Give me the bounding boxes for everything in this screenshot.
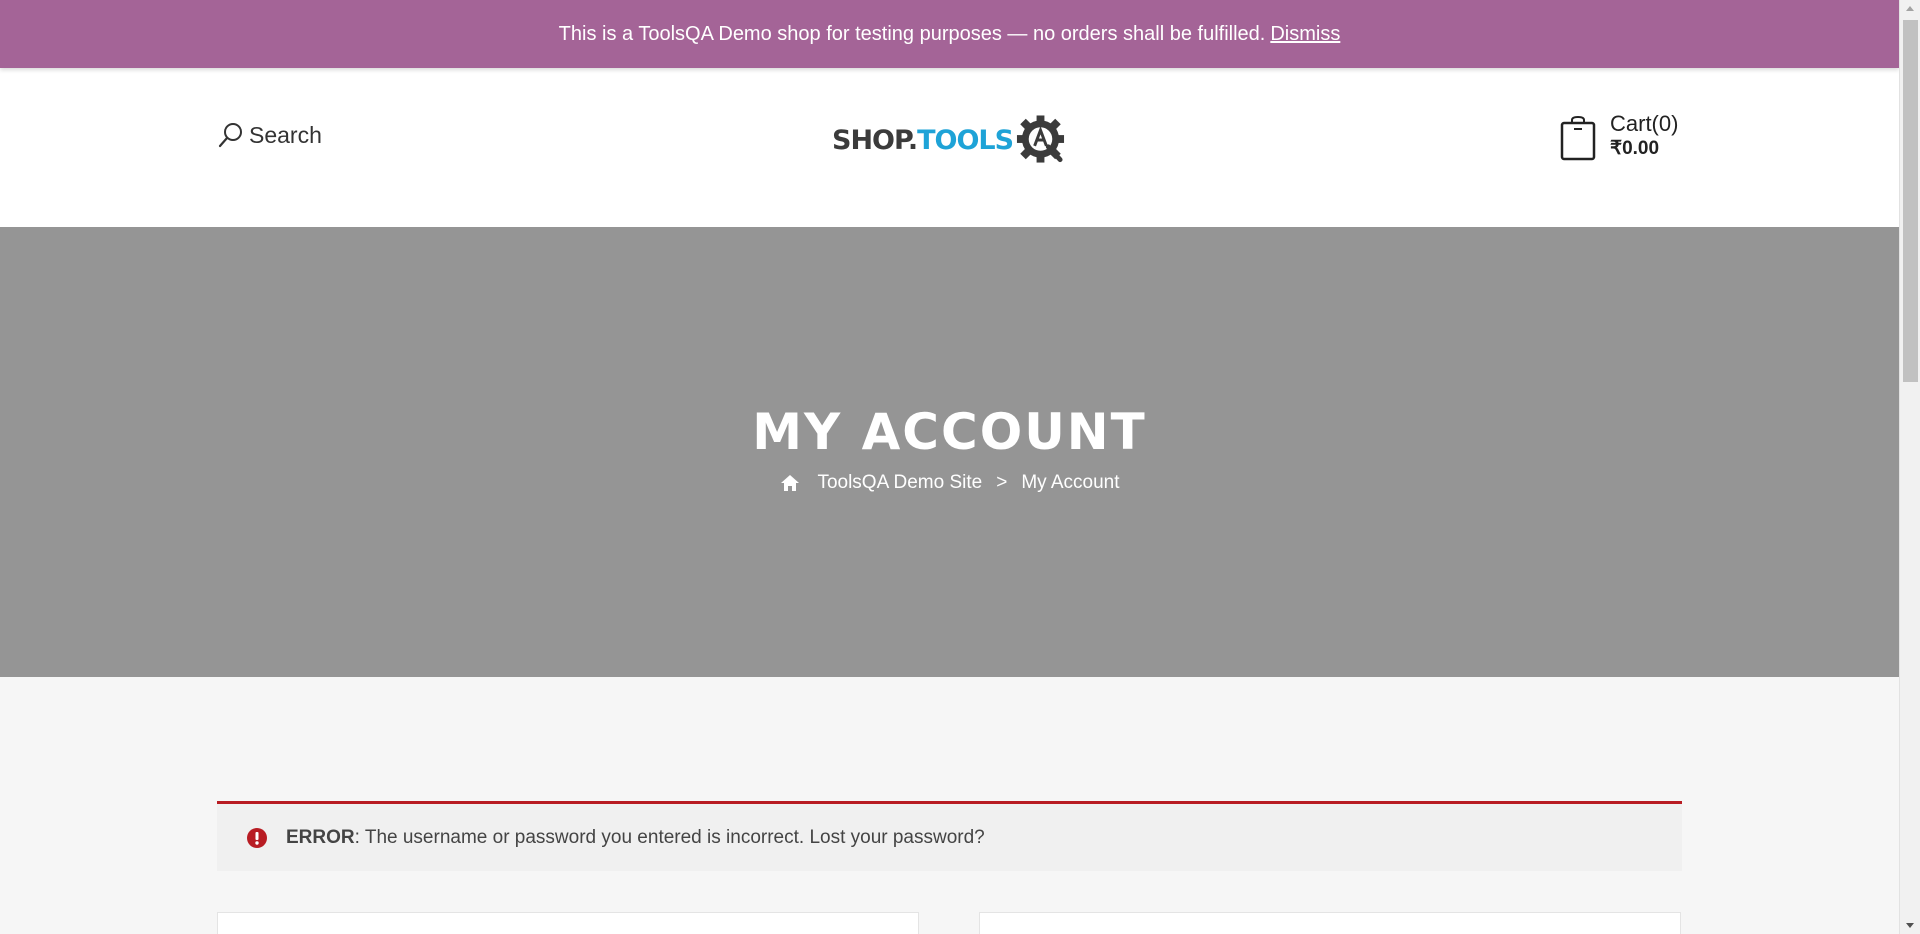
logo-text-shop: SHOP. (832, 124, 918, 156)
register-form-panel (979, 912, 1681, 934)
dismiss-link[interactable]: Dismiss (1270, 23, 1340, 46)
scroll-up-arrow-icon[interactable] (1906, 6, 1914, 11)
vertical-scrollbar[interactable] (1899, 0, 1920, 934)
home-icon (781, 475, 800, 491)
breadcrumb-current: My Account (1021, 472, 1120, 493)
shopping-bag-icon (1560, 115, 1596, 161)
breadcrumb-separator: > (996, 472, 1008, 493)
cart-label: Cart(0) (1610, 111, 1679, 136)
exclamation-circle-icon (247, 827, 267, 848)
scrollbar-thumb[interactable] (1903, 20, 1918, 382)
login-error-notice: ERROR : The username or password you ent… (217, 801, 1682, 871)
logo-text-tools: TOOLS (917, 124, 1014, 156)
cart-button[interactable]: Cart(0) ₹0.00 (1560, 113, 1678, 161)
notice-text: This is a ToolsQA Demo shop for testing … (558, 22, 1266, 45)
login-form-panel (217, 912, 919, 934)
page-title: MY ACCOUNT (752, 403, 1147, 461)
page-hero: MY ACCOUNT ToolsQA Demo Site > My Accoun… (0, 227, 1899, 677)
gear-logo-icon (1017, 115, 1065, 163)
search-label: Search (249, 121, 322, 148)
page: This is a ToolsQA Demo shop for testing … (0, 0, 1899, 934)
error-message: : The username or password you entered i… (354, 826, 985, 848)
site-logo[interactable]: SHOP. TOOLS (832, 112, 1070, 168)
search-icon (218, 123, 242, 148)
cart-total: ₹0.00 (1610, 138, 1660, 159)
breadcrumb-home-link[interactable]: ToolsQA Demo Site (817, 472, 982, 494)
site-header: Search SHOP. TOOLS Cart(0) ₹0.00 (0, 68, 1899, 227)
search-toggle[interactable]: Search (217, 121, 322, 149)
error-label: ERROR (286, 826, 355, 848)
scroll-down-arrow-icon[interactable] (1906, 923, 1914, 928)
breadcrumb: ToolsQA Demo Site > My Account (0, 472, 1899, 494)
demo-store-notice: This is a ToolsQA Demo shop for testing … (0, 0, 1899, 68)
